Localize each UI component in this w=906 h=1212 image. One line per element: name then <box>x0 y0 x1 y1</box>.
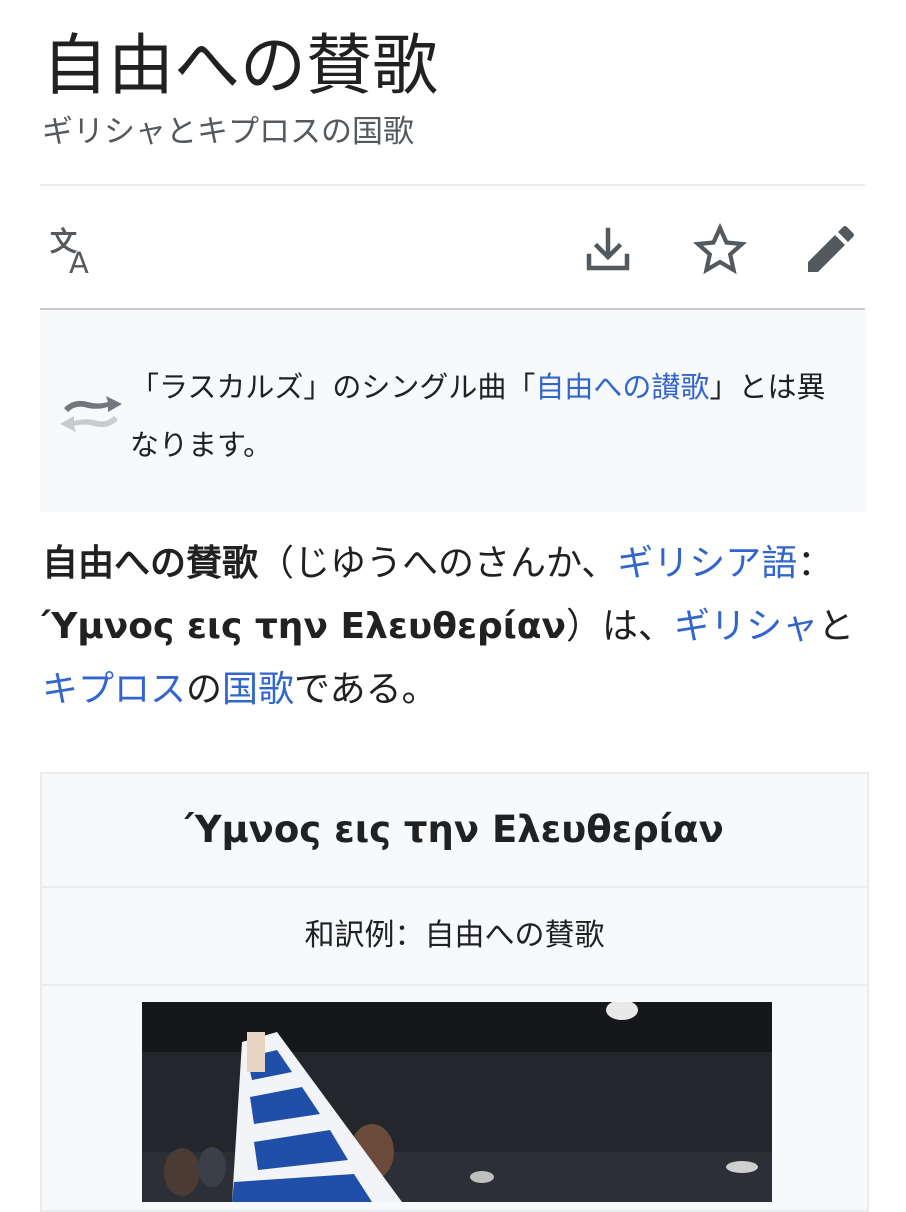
link-greece[interactable]: ギリシャ <box>674 606 818 647</box>
infobox-image[interactable] <box>142 1002 772 1202</box>
infobox-title: Ύμνος εις την Ελευθερίαν <box>42 774 867 888</box>
translate-icon[interactable]: 文 A <box>44 222 100 278</box>
lead-greek-title: Ύμνος εις την Ελευθερίαν <box>42 606 567 647</box>
hatnote-link[interactable]: 自由への讃歌 <box>535 370 709 404</box>
download-icon[interactable] <box>580 222 636 278</box>
link-national-anthem[interactable]: 国歌 <box>222 669 294 710</box>
lead-colon: ： <box>797 543 834 584</box>
lead-no: の <box>186 669 223 710</box>
star-icon[interactable] <box>692 222 748 278</box>
hatnote-box: 「ラスカルズ」のシングル曲「自由への讃歌」とは異なります。 <box>40 310 866 512</box>
pencil-icon[interactable] <box>802 222 858 278</box>
lead-and: と <box>818 606 855 647</box>
link-cyprus[interactable]: キプロス <box>42 669 186 710</box>
swap-arrows-icon <box>58 386 124 442</box>
link-greek-language[interactable]: ギリシア語 <box>617 543 797 584</box>
page-subtitle: ギリシャとキプロスの国歌 <box>42 114 414 150</box>
hatnote-text: 「ラスカルズ」のシングル曲「自由への讃歌」とは異なります。 <box>130 358 830 474</box>
lead-paragraph: 自由への賛歌（じゆうへのさんか、ギリシア語： Ύμνος εις την Ελευ… <box>42 532 862 721</box>
infobox: Ύμνος εις την Ελευθερίαν 和訳例：自由への賛歌 <box>40 772 869 1212</box>
lead-reading: （じゆうへのさんか、 <box>258 543 618 584</box>
lead-bold-title: 自由への賛歌 <box>42 543 259 584</box>
svg-text:A: A <box>69 246 89 278</box>
lead-after-greek: ）は、 <box>566 606 675 647</box>
page-actions-toolbar: 文 A <box>40 186 865 308</box>
lead-end: である。 <box>294 669 438 710</box>
page-title: 自由への賛歌 <box>42 27 438 104</box>
hatnote-text-before: 「ラスカルズ」のシングル曲「 <box>130 370 536 404</box>
infobox-subtitle: 和訳例：自由への賛歌 <box>42 888 867 986</box>
